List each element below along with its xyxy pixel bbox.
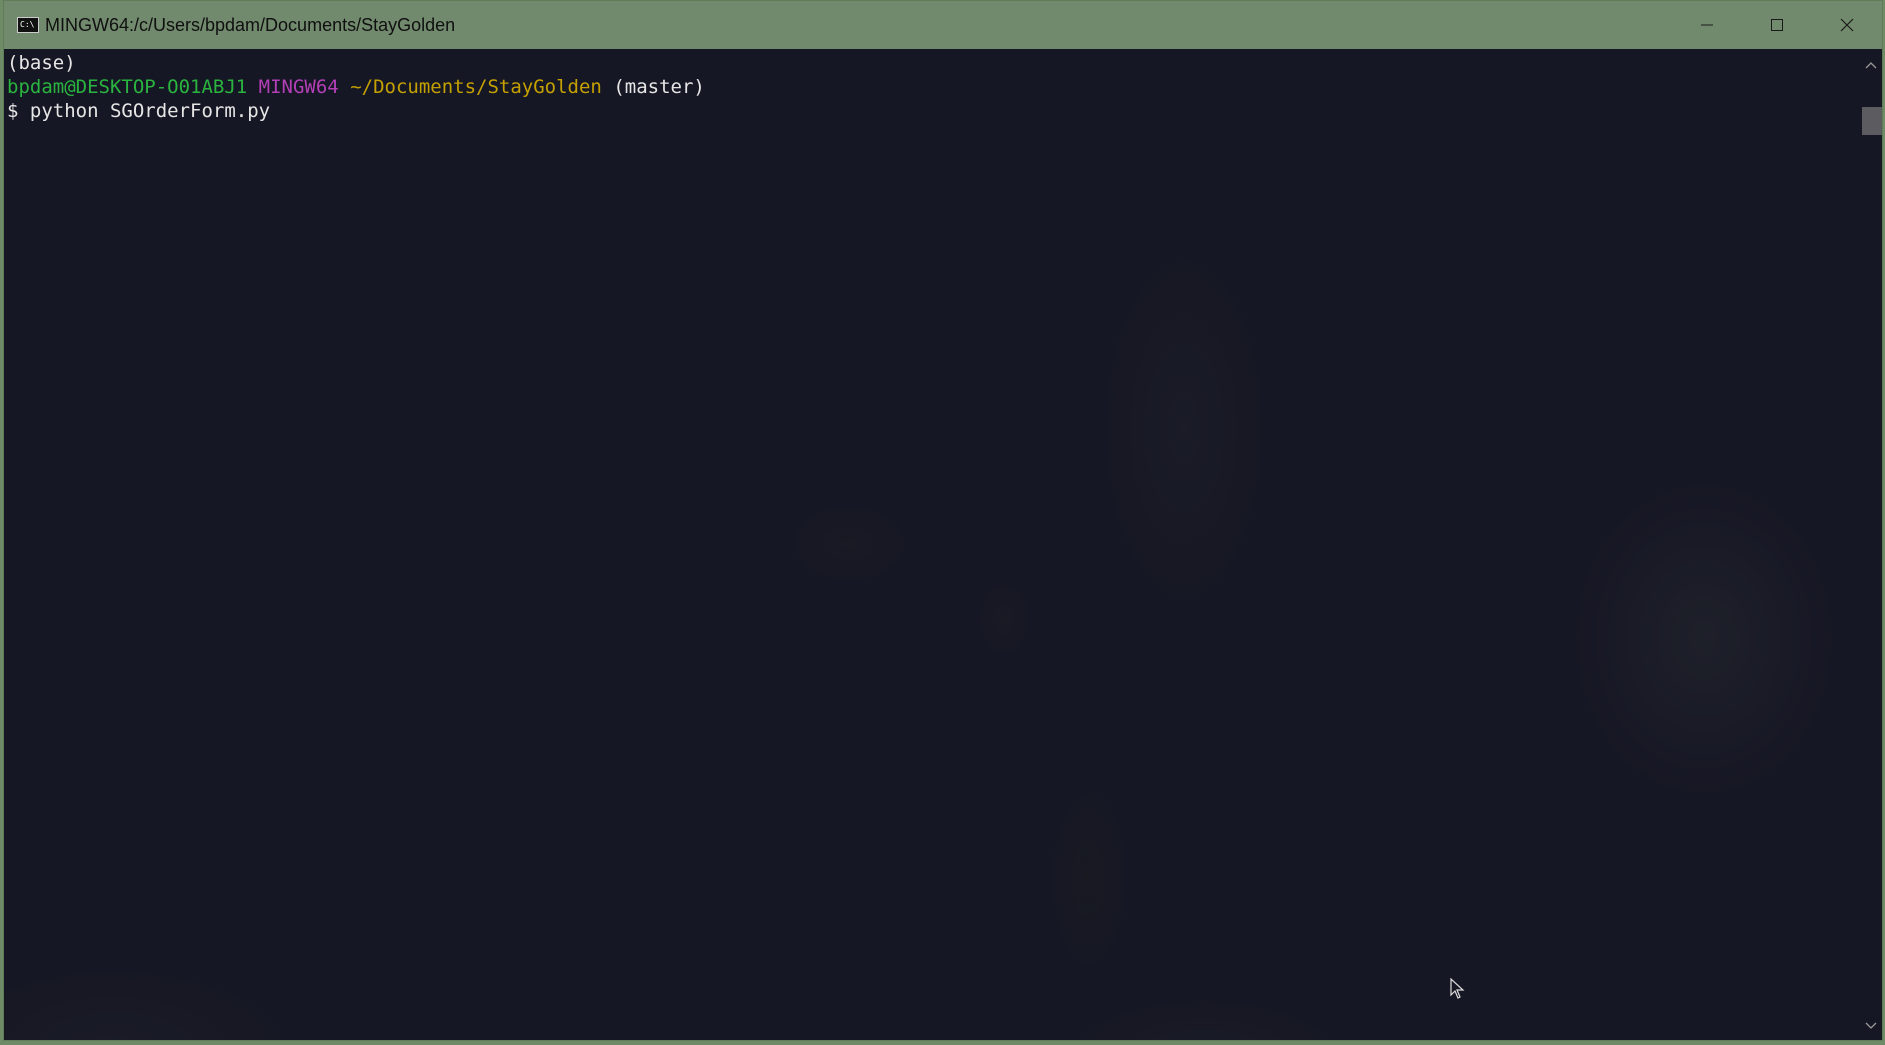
prompt-system: MINGW64 [258,76,339,98]
close-icon [1840,18,1854,32]
close-button[interactable] [1812,1,1882,49]
command-line: $ python SGOrderForm.py [7,99,1864,123]
terminal-window: C:\ MINGW64:/c/Users/bpdam/Documents/Sta… [3,0,1883,1041]
prompt-line: bpdam@DESKTOP-O01ABJ1 MINGW64 ~/Document… [7,75,1864,99]
scroll-up-button[interactable] [1859,55,1882,75]
maximize-button[interactable] [1742,1,1812,49]
chevron-down-icon [1865,1022,1876,1029]
terminal-output[interactable]: (base) bpdam@DESKTOP-O01ABJ1 MINGW64 ~/D… [4,49,1864,1040]
window-title: MINGW64:/c/Users/bpdam/Documents/StayGol… [45,14,456,35]
chevron-up-icon [1865,62,1876,69]
prompt-branch: (master) [613,76,705,98]
command-text: $ python SGOrderForm.py [7,100,271,122]
prompt-path: ~/Documents/StayGolden [350,76,602,98]
terminal-icon: C:\ [17,17,39,33]
prompt-user-host: bpdam@DESKTOP-O01ABJ1 [7,76,248,98]
maximize-icon [1771,19,1783,31]
minimize-icon [1701,24,1713,26]
scroll-down-button[interactable] [1859,1016,1882,1036]
title-bar[interactable]: C:\ MINGW64:/c/Users/bpdam/Documents/Sta… [4,1,1882,49]
conda-env-text: (base) [7,52,76,74]
window-controls [1672,1,1882,49]
conda-env-line: (base) [7,51,1864,75]
mouse-pointer-icon [1450,978,1465,999]
minimize-button[interactable] [1672,1,1742,49]
vertical-scrollbar[interactable] [1859,49,1882,1040]
scroll-thumb[interactable] [1862,107,1882,135]
